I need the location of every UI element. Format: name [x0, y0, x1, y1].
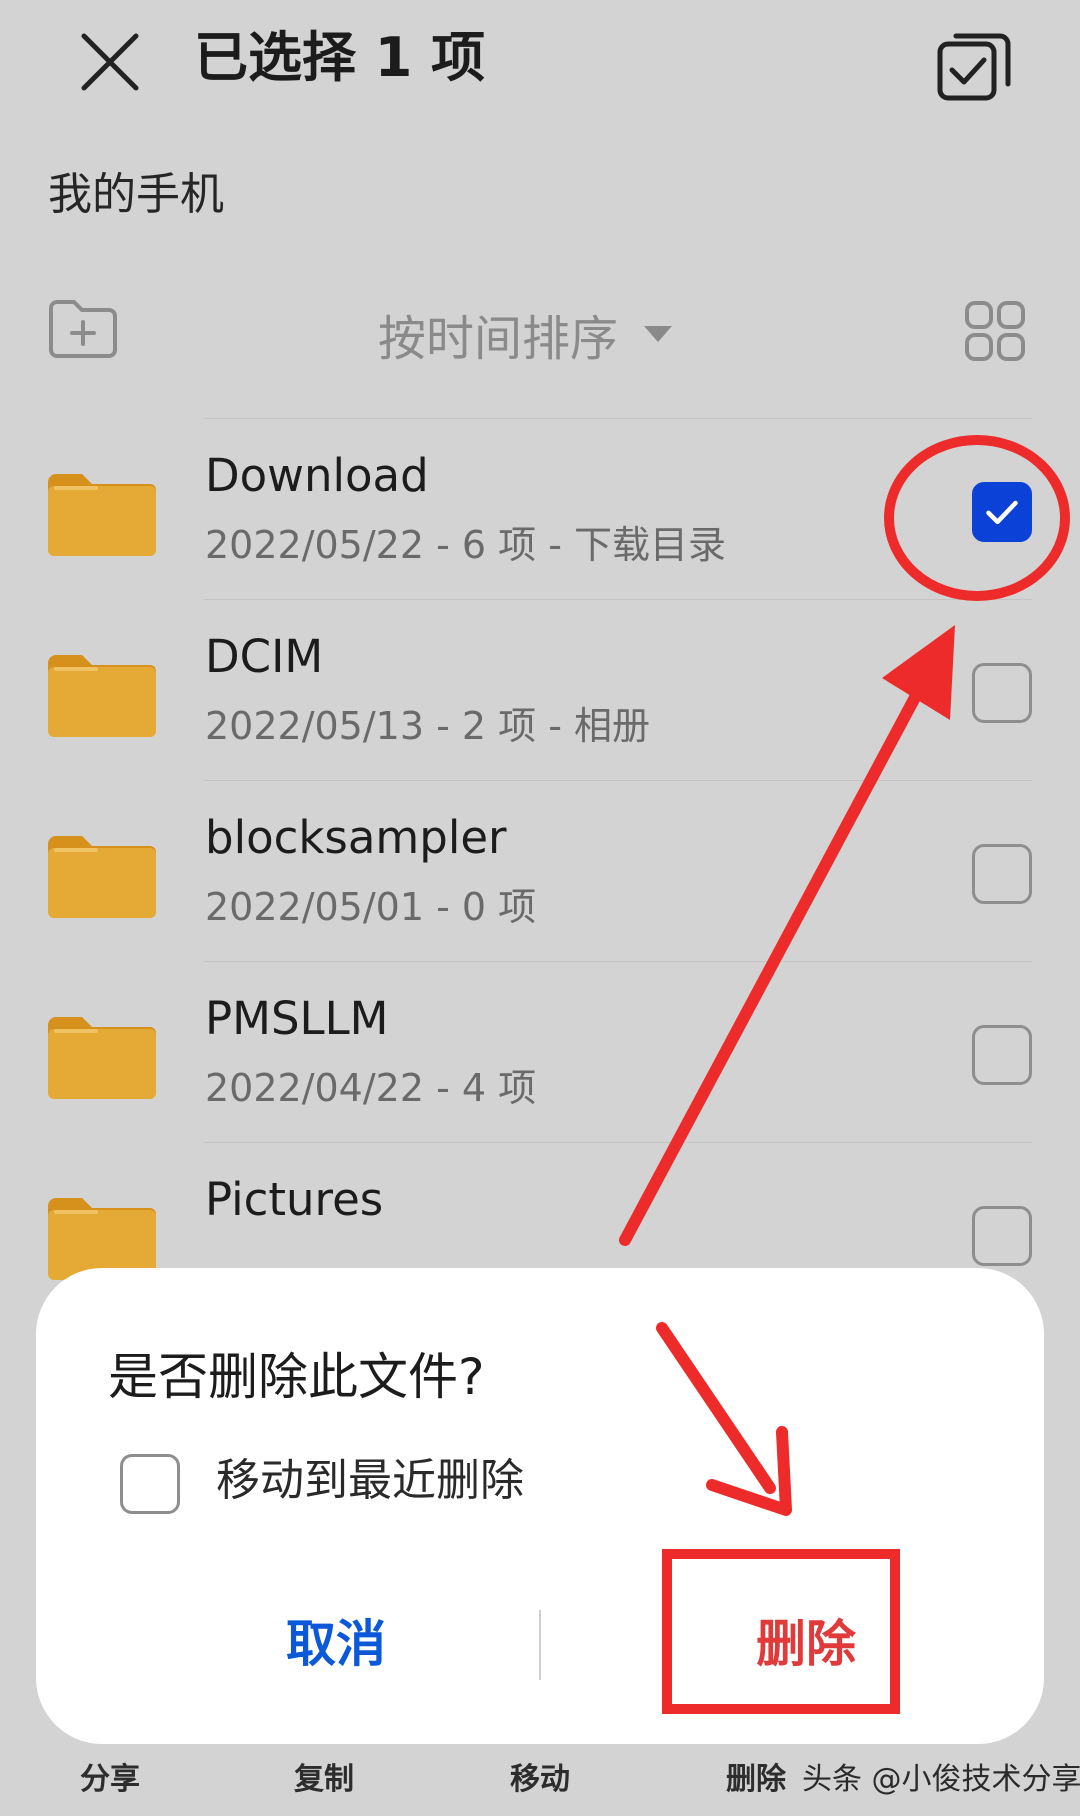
delete-dialog: 是否删除此文件? 移动到最近删除 取消 删除 [36, 1268, 1044, 1744]
page-title: 已选择 1 项 [194, 26, 486, 89]
breadcrumb[interactable]: 我的手机 [48, 165, 224, 225]
folder-icon [48, 836, 156, 918]
divider [204, 1142, 1032, 1143]
close-icon [81, 33, 139, 91]
dialog-actions: 取消 删除 [36, 1568, 1044, 1698]
list-item[interactable]: DCIM 2022/05/13 - 2 项 - 相册 [0, 599, 1080, 780]
folder-name: Pictures [205, 1173, 384, 1226]
move-to-recently-deleted-label[interactable]: 移动到最近删除 [216, 1450, 524, 1512]
list-item[interactable]: PMSLLM 2022/04/22 - 4 项 [0, 961, 1080, 1142]
delete-bar-button[interactable]: 删除 [726, 1756, 786, 1804]
dialog-title: 是否删除此文件? [108, 1348, 485, 1406]
share-button[interactable]: 分享 [80, 1756, 140, 1804]
folder-meta: 2022/05/13 - 2 项 - 相册 [205, 704, 651, 748]
grid-view-button[interactable] [964, 300, 1026, 362]
folder-name: Download [205, 449, 429, 502]
sort-dropdown[interactable]: 按时间排序 [378, 296, 673, 372]
new-folder-icon [49, 300, 117, 358]
folder-meta: 2022/05/22 - 6 项 - 下载目录 [205, 523, 727, 567]
folder-icon [48, 474, 156, 556]
move-to-recently-deleted-checkbox[interactable] [120, 1454, 180, 1514]
folder-icon [48, 655, 156, 737]
check-icon [986, 500, 1018, 525]
folder-name: blocksampler [205, 811, 507, 864]
select-all-icon [937, 33, 1011, 101]
cancel-button[interactable]: 取消 [186, 1604, 486, 1684]
grid-view-icon [965, 301, 1025, 361]
copy-button[interactable]: 复制 [294, 1756, 354, 1804]
folder-checkbox[interactable] [972, 663, 1032, 723]
caret-down-icon [644, 326, 673, 342]
divider [204, 418, 1032, 419]
folder-checkbox[interactable] [972, 1206, 1032, 1266]
folder-meta: 2022/04/22 - 4 项 [205, 1066, 537, 1110]
folder-checkbox[interactable] [972, 844, 1032, 904]
list-item[interactable]: blocksampler 2022/05/01 - 0 项 [0, 780, 1080, 961]
folder-meta: 2022/05/01 - 0 项 [205, 885, 537, 929]
list-item[interactable]: Download 2022/05/22 - 6 项 - 下载目录 [0, 418, 1080, 599]
bottom-action-bar: 分享 复制 移动 删除 头条 @小俊技术分享 [0, 1744, 1080, 1816]
divider [204, 780, 1032, 781]
folder-name: DCIM [205, 630, 324, 683]
new-folder-button[interactable] [46, 296, 120, 362]
watermark: 头条 @小俊技术分享 [802, 1762, 1080, 1797]
folder-checkbox[interactable] [972, 1025, 1032, 1085]
folder-icon [48, 1017, 156, 1099]
delete-button[interactable]: 删除 [656, 1604, 956, 1684]
folder-name: PMSLLM [205, 992, 389, 1045]
folder-checkbox-checked[interactable] [972, 482, 1032, 542]
divider [204, 961, 1032, 962]
select-all-button[interactable] [930, 20, 1020, 110]
folder-list: Download 2022/05/22 - 6 项 - 下载目录 DCIM 20… [0, 418, 1080, 1318]
divider [539, 1610, 541, 1680]
close-button[interactable] [70, 22, 150, 102]
sort-label: 按时间排序 [378, 311, 619, 367]
divider [204, 599, 1032, 600]
move-button[interactable]: 移动 [510, 1756, 570, 1804]
